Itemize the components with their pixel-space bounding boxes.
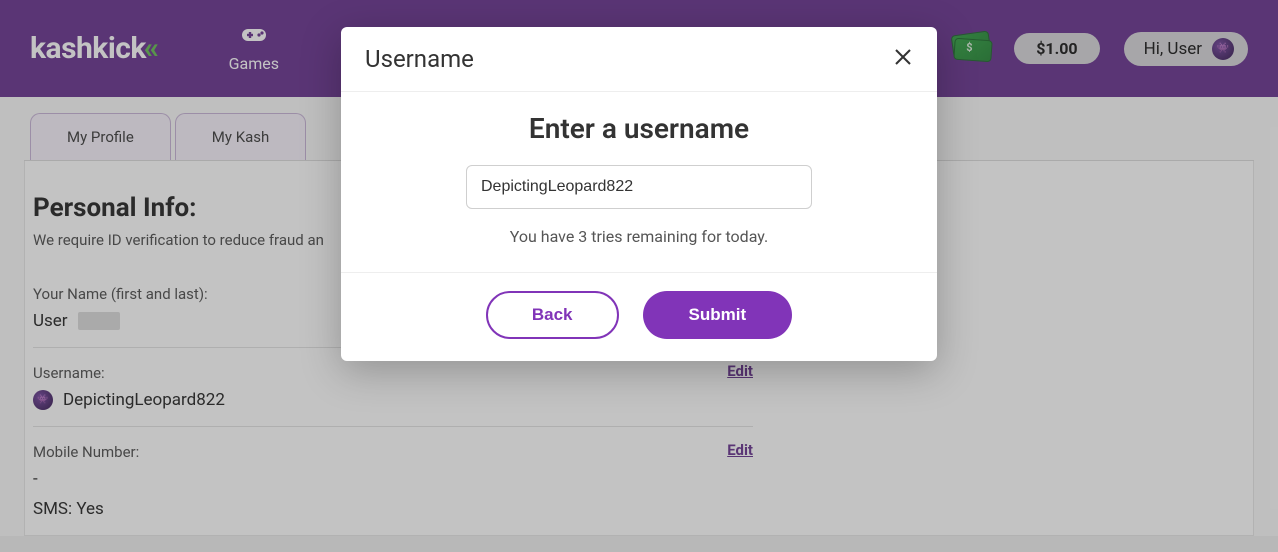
username-modal: Username Enter a username You have 3 tri… — [341, 27, 937, 361]
modal-header: Username — [341, 27, 937, 92]
submit-button[interactable]: Submit — [643, 291, 793, 339]
back-button-label: Back — [532, 305, 573, 324]
submit-button-label: Submit — [689, 305, 747, 324]
modal-body: Enter a username You have 3 tries remain… — [341, 92, 937, 272]
modal-footer: Back Submit — [341, 272, 937, 361]
tries-remaining: You have 3 tries remaining for today. — [365, 227, 913, 246]
back-button[interactable]: Back — [486, 291, 619, 339]
username-input[interactable] — [466, 165, 812, 209]
close-icon[interactable] — [893, 47, 913, 71]
modal-title: Username — [365, 45, 474, 73]
modal-heading: Enter a username — [365, 112, 913, 145]
